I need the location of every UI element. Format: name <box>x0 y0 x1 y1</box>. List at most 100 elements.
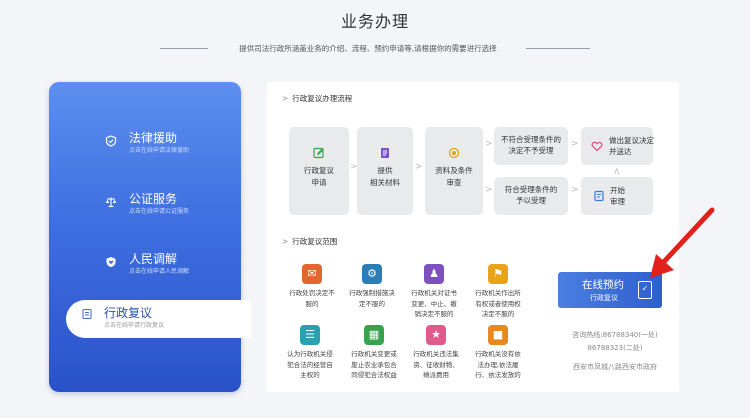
arrow-right-icon: > <box>485 139 493 149</box>
address: 西安市凤城八路西安市政府 <box>573 363 657 371</box>
penalty-icon: ✉ <box>302 264 322 284</box>
scale-icon <box>105 196 117 208</box>
process-step-materials: 提供 相关材料 <box>357 127 413 215</box>
sidebar-item-desc: 点击在线申请公证服务 <box>129 208 190 215</box>
sidebar-item-legal-aid[interactable]: 法律援助 点击在线申请法律援助 <box>49 129 241 169</box>
scope-text: 服的 <box>305 299 319 308</box>
page-title: 业务办理 <box>340 12 409 31</box>
scope-text: 认为行政机关侵 <box>287 350 333 358</box>
scope-section-title: > 行政复议范围 <box>282 236 337 247</box>
scope-item: ■ 行政机关没有依 法办理,依法履 行、依法发放的 <box>468 325 528 381</box>
document-icon <box>81 308 93 320</box>
scope-text: 行政处罚决定不 <box>289 289 335 297</box>
sidebar-item-desc: 点击在线申请法律援助 <box>129 147 190 154</box>
scope-text: 主权的 <box>300 371 320 379</box>
process-step-review: 资料及条件 审查 <box>425 127 483 215</box>
scope-item: ⚙ 行政强制措施决 定不服的 <box>342 264 402 309</box>
business-icon: ☰ <box>300 325 320 345</box>
scope-text: 废止农业承包合 <box>351 360 397 369</box>
outcome-text: 审理 <box>610 197 625 206</box>
service-sidebar: 法律援助 点击在线申请法律援助 公证服务 点击在线申请公证服务 人民调解 点击在… <box>49 82 241 392</box>
sidebar-item-admin-review[interactable]: 行政复议 点击在线申请行政复议 <box>66 300 251 338</box>
page-subtitle: 提供司法行政所涵盖业务的介绍、流程、预约申请等,请根据你的需要进行选择 <box>239 44 497 53</box>
arrow-right-icon: > <box>571 185 579 195</box>
step-text: 相关材料 <box>370 178 400 187</box>
subtitle-row: 提供司法行政所涵盖业务的介绍、流程、预约申请等,请根据你的需要进行选择 <box>160 43 590 53</box>
reserve-label: 在线预约 <box>582 279 624 291</box>
certificate-icon: ♟ <box>424 264 444 284</box>
subtitle-line-left <box>160 48 208 49</box>
outcome-text: 做出复议决定 <box>609 136 654 145</box>
step-text: 行政复议 <box>304 166 334 175</box>
review-icon <box>448 147 460 159</box>
scope-item: ✉ 行政处罚决定不 服的 <box>282 264 342 309</box>
process-step-apply: 行政复议 申请 <box>289 127 349 215</box>
sidebar-item-notary[interactable]: 公证服务 点击在线申请公证服务 <box>49 190 241 230</box>
step-text: 资料及条件 <box>435 166 473 175</box>
scope-text: 决定不服的 <box>481 310 515 318</box>
edit-icon <box>313 147 325 159</box>
outcome-text: 开始 <box>610 186 625 195</box>
reserve-sublabel: 行政复议 <box>590 294 618 302</box>
scope-text: 同侵犯合法权益 <box>351 371 397 379</box>
file-icon <box>379 147 391 159</box>
scope-text: 定不服的 <box>359 299 385 308</box>
fundraising-icon: ★ <box>426 325 446 345</box>
branch-text: 不符合受理条件的 <box>501 135 561 144</box>
outcome-text: 并送达 <box>609 147 632 156</box>
process-section-title: > 行政复议办理流程 <box>282 93 352 104</box>
shield-heart-icon <box>105 256 117 268</box>
arrow-right-icon: > <box>571 139 579 149</box>
scope-text: 销决定不服的 <box>414 310 454 318</box>
ownership-icon: ⚑ <box>488 264 508 284</box>
scope-item: ☰ 认为行政机关侵 犯合法的经营自 主权的 <box>280 325 340 381</box>
enforcement-icon: ⚙ <box>362 264 382 284</box>
sidebar-item-mediation[interactable]: 人民调解 点击在线申请人民调解 <box>49 250 241 290</box>
shield-icon <box>105 135 117 147</box>
sidebar-item-desc: 点击在线申请行政复议 <box>104 322 165 329</box>
scope-text: 行政机关违法集 <box>413 350 459 358</box>
scope-text: 行政机关没有依 <box>475 350 521 358</box>
step-text: 提供 <box>377 166 393 175</box>
scope-title-text: 行政复议范围 <box>292 237 338 246</box>
step-text: 申请 <box>311 178 327 187</box>
scope-text: 变更、中止、撤 <box>411 299 457 308</box>
scope-item: ▦ 行政机关变更或 废止农业承包合 同侵犯合法权益 <box>344 325 404 381</box>
scope-item: ⚑ 行政机关作出所 有权或者使用权 决定不服的 <box>468 264 528 320</box>
heart-icon <box>591 140 603 152</box>
scope-text: 行政强制措施决 <box>349 289 395 297</box>
scope-text: 行、依法发放的 <box>475 371 521 379</box>
branch-reject: 不符合受理条件的 决定不予受理 <box>494 127 568 165</box>
scope-text: 犯合法的经营自 <box>287 360 333 369</box>
audit-icon <box>593 190 605 202</box>
branch-text: 符合受理条件的 <box>504 185 558 194</box>
scope-text: 行政机关对证书 <box>411 289 457 297</box>
process-title-text: 行政复议办理流程 <box>292 94 353 103</box>
outcome-decision: 做出复议决定 并送达 <box>581 127 654 165</box>
arrow-right-icon: > <box>485 185 493 195</box>
scope-text: 摊派费用 <box>423 371 449 379</box>
scope-text: 有权或者使用权 <box>475 299 521 308</box>
branch-accept: 符合受理条件的 予以受理 <box>494 177 568 215</box>
chevron-right-icon: > <box>282 94 289 103</box>
subtitle-line-right <box>526 48 590 49</box>
arrow-right-icon: > <box>415 162 423 172</box>
scope-text: 行政机关变更或 <box>351 350 397 358</box>
hotline-1: 咨询热线:86788340(一处) <box>572 331 658 339</box>
chevron-right-icon: > <box>282 237 289 246</box>
sidebar-item-label: 法律援助 <box>129 131 178 145</box>
branch-text: 予以受理 <box>516 196 546 205</box>
sidebar-item-label: 人民调解 <box>129 252 178 266</box>
scope-item: ★ 行政机关违法集 资、征收财物、 摊派费用 <box>406 325 466 381</box>
arrow-up-icon: < <box>610 167 621 175</box>
branch-text: 决定不予受理 <box>508 146 554 155</box>
sidebar-item-desc: 点击在线申请人民调解 <box>129 268 190 275</box>
scope-text: 行政机关作出所 <box>475 289 521 297</box>
sidebar-item-label: 公证服务 <box>129 192 178 206</box>
duty-icon: ■ <box>488 325 508 345</box>
red-arrow-annotation <box>650 207 715 278</box>
scope-item: ♟ 行政机关对证书 变更、中止、撤 销决定不服的 <box>404 264 464 320</box>
scope-text: 资、征收财物、 <box>413 360 459 369</box>
contract-icon: ▦ <box>364 325 384 345</box>
sidebar-item-label: 行政复议 <box>104 306 153 320</box>
